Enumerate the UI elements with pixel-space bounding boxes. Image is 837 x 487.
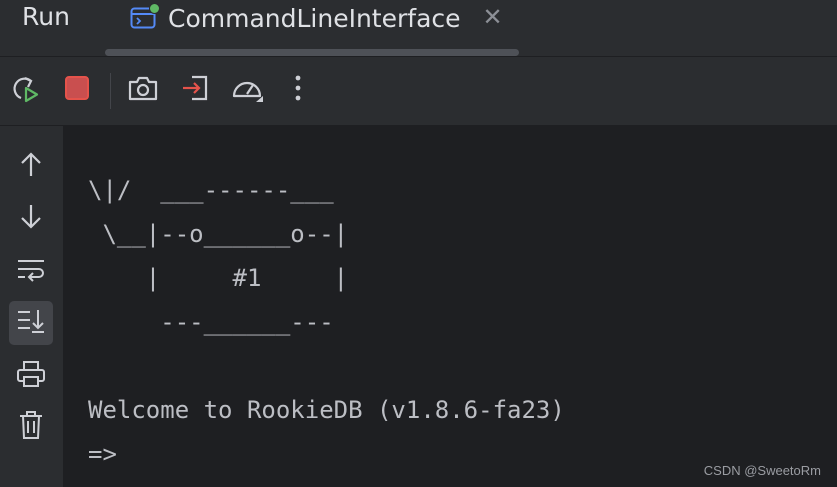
- rerun-icon: [9, 72, 41, 109]
- run-tool-window-header: Run CommandLineInterface ✕: [0, 0, 837, 57]
- rerun-button[interactable]: [8, 73, 42, 107]
- soft-wrap-icon: [16, 257, 46, 288]
- more-button[interactable]: [281, 73, 315, 107]
- close-icon[interactable]: ✕: [483, 6, 503, 30]
- stop-button[interactable]: [60, 73, 94, 107]
- scroll-to-end-icon: [16, 307, 46, 340]
- tab-scrollbar[interactable]: [105, 49, 519, 56]
- console-line: \__|--o______o--|: [88, 220, 349, 248]
- watermark: CSDN @SweetoRm: [703, 463, 821, 478]
- down-button[interactable]: [9, 197, 53, 241]
- console-line: Welcome to RookieDB (v1.8.6-fa23): [88, 396, 565, 424]
- scroll-to-end-button[interactable]: [9, 301, 53, 345]
- running-status-dot: [149, 3, 160, 14]
- up-button[interactable]: [9, 144, 53, 188]
- arrow-down-icon: [18, 203, 44, 236]
- toolbar-separator: [110, 73, 111, 109]
- trash-icon: [18, 410, 44, 445]
- screenshot-icon: [127, 73, 159, 108]
- run-toolbar: [0, 57, 837, 126]
- console-output[interactable]: \|/ ___------___ \__|--o______o--| | #1 …: [63, 126, 837, 487]
- tab-label: CommandLineInterface: [168, 3, 461, 33]
- stop-icon: [63, 74, 91, 107]
- soft-wrap-button[interactable]: [9, 250, 53, 294]
- print-icon: [16, 360, 46, 393]
- print-button[interactable]: [9, 354, 53, 398]
- exit-button[interactable]: [179, 73, 213, 107]
- console-line: ---______---: [88, 308, 334, 336]
- screenshot-button[interactable]: [126, 73, 160, 107]
- profiler-button[interactable]: [230, 73, 264, 107]
- exit-icon: [180, 72, 212, 109]
- console-line: | #1 |: [88, 264, 349, 292]
- console-icon: [130, 3, 160, 30]
- console-side-toolbar: [0, 126, 63, 487]
- clear-button[interactable]: [9, 405, 53, 449]
- arrow-up-icon: [18, 150, 44, 183]
- console-prompt: =>: [88, 440, 117, 468]
- console-line: \|/ ___------___: [88, 176, 334, 204]
- profiler-icon: [230, 72, 264, 109]
- more-vertical-icon: [294, 74, 302, 107]
- tab-command-line-interface[interactable]: CommandLineInterface ✕: [130, 0, 503, 36]
- run-title: Run: [22, 2, 70, 31]
